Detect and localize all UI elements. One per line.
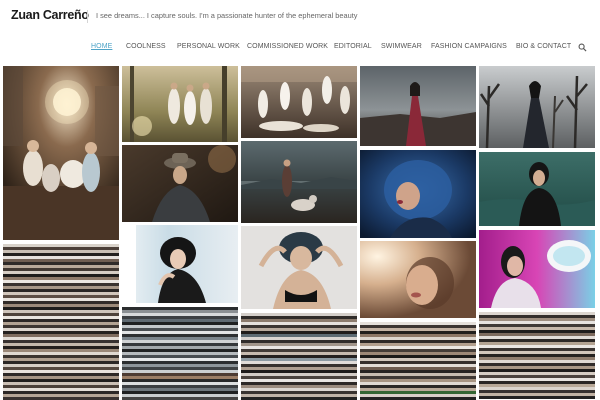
loading-photo-strip	[241, 313, 357, 400]
woman-black-bob-photo[interactable]	[122, 225, 238, 303]
site-header: Zuan Carreño I see dreams... I capture s…	[0, 0, 600, 62]
nav-item-editorial[interactable]: EDITORIAL	[334, 43, 372, 50]
site-logo[interactable]: Zuan Carreño	[11, 8, 89, 22]
loading-photo-strip	[122, 307, 238, 400]
loading-photo-strip	[479, 312, 595, 400]
main-nav: HOME COOLNESS PERSONAL WORK COMMISSIONED…	[0, 43, 600, 55]
search-icon[interactable]	[578, 43, 587, 52]
dancers-group-photo[interactable]	[241, 66, 357, 138]
nav-item-home[interactable]: HOME	[91, 43, 112, 50]
nav-item-bio-contact[interactable]: BIO & CONTACT	[516, 43, 571, 50]
site-tagline: I see dreams... I capture souls. I'm a p…	[96, 11, 358, 20]
three-women-forest-photo[interactable]	[122, 66, 238, 142]
woman-with-dog-photo[interactable]	[241, 141, 357, 223]
nav-item-coolness[interactable]: COOLNESS	[126, 43, 166, 50]
woman-dead-trees-photo[interactable]	[479, 66, 595, 148]
nav-item-swimwear[interactable]: SWIMWEAR	[381, 43, 422, 50]
woman-red-dress-stormy-photo[interactable]	[360, 66, 476, 146]
woman-in-water-photo[interactable]	[479, 152, 595, 226]
loading-photo-strip	[3, 244, 119, 400]
photo-gallery	[3, 66, 597, 400]
nav-item-fashion-campaigns[interactable]: FASHION CAMPAIGNS	[431, 43, 507, 50]
blue-hair-woman-photo[interactable]	[360, 150, 476, 238]
woman-hands-on-head-photo[interactable]	[241, 226, 357, 309]
children-with-chandelier-photo[interactable]	[3, 66, 119, 240]
woman-in-hat-photo[interactable]	[122, 145, 238, 222]
woman-sunlit-closeup-photo[interactable]	[360, 241, 476, 318]
woman-pink-neon-photo[interactable]	[479, 230, 595, 308]
header-divider	[87, 10, 88, 23]
nav-item-commissioned-work[interactable]: COMMISSIONED WORK	[247, 43, 328, 50]
nav-item-personal-work[interactable]: PERSONAL WORK	[177, 43, 240, 50]
loading-photo-strip	[360, 322, 476, 400]
